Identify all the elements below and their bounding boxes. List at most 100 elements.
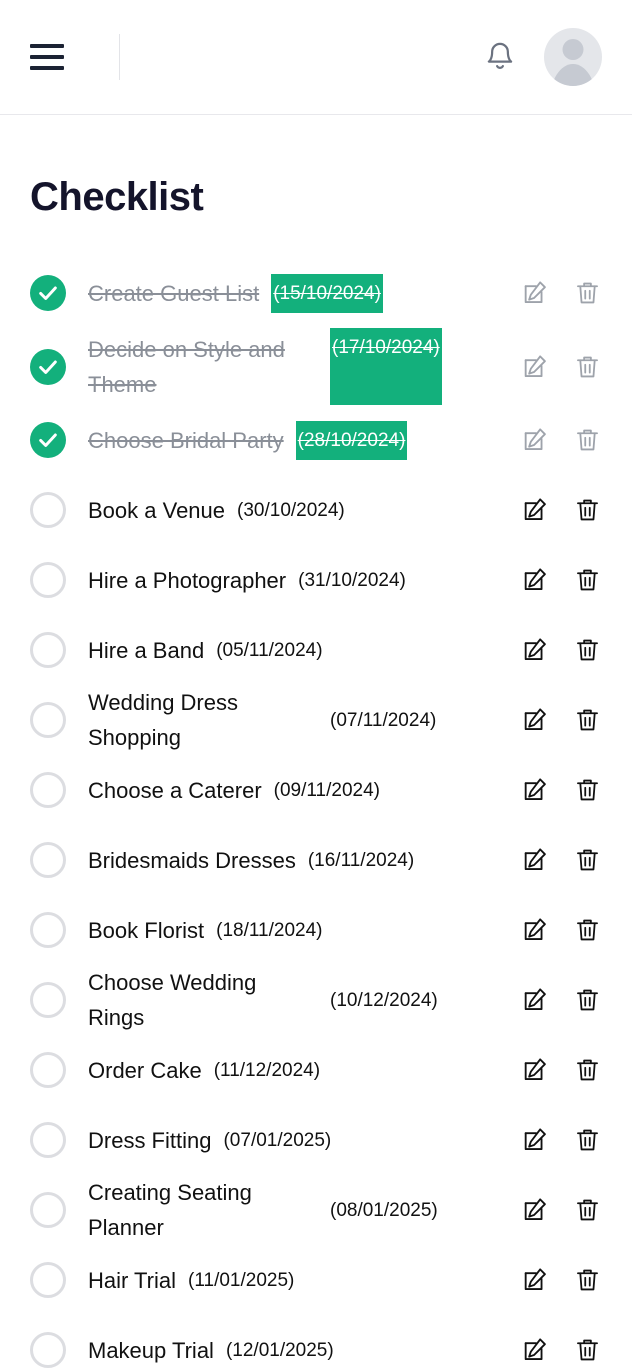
task-actions bbox=[520, 1264, 602, 1296]
edit-pencil-icon[interactable] bbox=[520, 704, 550, 736]
edit-pencil-icon[interactable] bbox=[520, 844, 550, 876]
task-label: Bridesmaids Dresses bbox=[88, 847, 296, 873]
task-checkbox-unchecked[interactable] bbox=[30, 1262, 66, 1298]
bell-icon[interactable] bbox=[480, 37, 520, 77]
trash-icon[interactable] bbox=[572, 494, 602, 526]
task-checkbox-unchecked[interactable] bbox=[30, 1192, 66, 1228]
hamburger-menu-icon[interactable] bbox=[30, 44, 64, 70]
task-row: Makeup Trial (12/01/2025) bbox=[30, 1315, 602, 1368]
task-label: Order Cake bbox=[88, 1057, 202, 1083]
trash-icon[interactable] bbox=[572, 277, 602, 309]
task-row: Order Cake (11/12/2024) bbox=[30, 1035, 602, 1105]
edit-pencil-icon[interactable] bbox=[520, 277, 550, 309]
task-content: Choose Wedding Rings (10/12/2024) bbox=[88, 965, 506, 1035]
task-checkbox-checked[interactable] bbox=[30, 422, 66, 458]
task-checkbox-unchecked[interactable] bbox=[30, 632, 66, 668]
task-label: Dress Fitting bbox=[88, 1127, 212, 1153]
task-content: Order Cake (11/12/2024) bbox=[88, 1053, 506, 1088]
task-checkbox-unchecked[interactable] bbox=[30, 982, 66, 1018]
task-row: Hair Trial (11/01/2025) bbox=[30, 1245, 602, 1315]
task-content: Decide on Style and Theme (17/10/2024) bbox=[88, 328, 506, 405]
task-row: Choose Bridal Party (28/10/2024) bbox=[30, 405, 602, 475]
task-checkbox-unchecked[interactable] bbox=[30, 562, 66, 598]
task-checkbox-checked[interactable] bbox=[30, 275, 66, 311]
task-row: Wedding Dress Shopping (07/11/2024) bbox=[30, 685, 602, 755]
avatar-body bbox=[550, 64, 596, 86]
task-row: Creating Seating Planner (08/01/2025) bbox=[30, 1175, 602, 1245]
task-actions bbox=[520, 1054, 602, 1086]
task-checkbox-unchecked[interactable] bbox=[30, 702, 66, 738]
task-actions bbox=[520, 1124, 602, 1156]
task-actions bbox=[520, 1334, 602, 1366]
edit-pencil-icon[interactable] bbox=[520, 1334, 550, 1366]
avatar-head bbox=[562, 39, 584, 60]
trash-icon[interactable] bbox=[572, 774, 602, 806]
edit-pencil-icon[interactable] bbox=[520, 494, 550, 526]
task-checkbox-unchecked[interactable] bbox=[30, 1052, 66, 1088]
edit-pencil-icon[interactable] bbox=[520, 774, 550, 806]
edit-pencil-icon[interactable] bbox=[520, 1194, 550, 1226]
user-avatar-icon[interactable] bbox=[544, 28, 602, 86]
task-checkbox-unchecked[interactable] bbox=[30, 772, 66, 808]
edit-pencil-icon[interactable] bbox=[520, 914, 550, 946]
task-content: Hire a Band (05/11/2024) bbox=[88, 633, 506, 668]
hamburger-bar bbox=[30, 66, 64, 70]
trash-icon[interactable] bbox=[572, 634, 602, 666]
trash-icon[interactable] bbox=[572, 1124, 602, 1156]
task-row: Choose Wedding Rings (10/12/2024) bbox=[30, 965, 602, 1035]
header-divider bbox=[119, 34, 120, 80]
trash-icon[interactable] bbox=[572, 564, 602, 596]
task-checkbox-unchecked[interactable] bbox=[30, 1122, 66, 1158]
task-checkbox-checked[interactable] bbox=[30, 348, 66, 385]
task-row: Book a Venue (30/10/2024) bbox=[30, 475, 602, 545]
task-label: Hire a Photographer bbox=[88, 567, 287, 593]
task-row: Create Guest List (15/10/2024) bbox=[30, 258, 602, 328]
task-content: Create Guest List (15/10/2024) bbox=[88, 273, 506, 313]
trash-icon[interactable] bbox=[572, 844, 602, 876]
trash-icon[interactable] bbox=[572, 704, 602, 736]
task-due-date: (18/11/2024) bbox=[216, 919, 323, 941]
task-row: Choose a Caterer (09/11/2024) bbox=[30, 755, 602, 825]
task-checkbox-unchecked[interactable] bbox=[30, 1332, 66, 1368]
edit-pencil-icon[interactable] bbox=[520, 1264, 550, 1296]
task-due-date: (31/10/2024) bbox=[298, 569, 406, 591]
edit-pencil-icon[interactable] bbox=[520, 351, 550, 383]
task-due-date: (11/01/2025) bbox=[188, 1269, 295, 1291]
task-actions bbox=[520, 844, 602, 876]
task-label: Decide on Style and Theme bbox=[88, 336, 285, 397]
checklist: Create Guest List (15/10/2024) Decide on S… bbox=[30, 258, 602, 1368]
trash-icon[interactable] bbox=[572, 1194, 602, 1226]
app-header bbox=[0, 0, 632, 115]
edit-pencil-icon[interactable] bbox=[520, 424, 550, 456]
trash-icon[interactable] bbox=[572, 984, 602, 1016]
task-actions bbox=[520, 564, 602, 596]
edit-pencil-icon[interactable] bbox=[520, 564, 550, 596]
task-due-date: (17/10/2024) bbox=[330, 328, 442, 405]
task-content: Book Florist (18/11/2024) bbox=[88, 913, 506, 948]
trash-icon[interactable] bbox=[572, 914, 602, 946]
task-actions bbox=[520, 494, 602, 526]
trash-icon[interactable] bbox=[572, 1334, 602, 1366]
edit-pencil-icon[interactable] bbox=[520, 1124, 550, 1156]
trash-icon[interactable] bbox=[572, 351, 602, 383]
task-content: Choose Bridal Party (28/10/2024) bbox=[88, 420, 506, 460]
task-row: Hire a Band (05/11/2024) bbox=[30, 615, 602, 685]
edit-pencil-icon[interactable] bbox=[520, 634, 550, 666]
trash-icon[interactable] bbox=[572, 1264, 602, 1296]
edit-pencil-icon[interactable] bbox=[520, 1054, 550, 1086]
task-checkbox-unchecked[interactable] bbox=[30, 842, 66, 878]
task-label: Hire a Band bbox=[88, 637, 205, 663]
task-due-date: (05/11/2024) bbox=[216, 639, 323, 661]
task-checkbox-unchecked[interactable] bbox=[30, 492, 66, 528]
task-due-date: (15/10/2024) bbox=[271, 273, 383, 313]
task-row: Book Florist (18/11/2024) bbox=[30, 895, 602, 965]
trash-icon[interactable] bbox=[572, 1054, 602, 1086]
task-row: Hire a Photographer (31/10/2024) bbox=[30, 545, 602, 615]
task-content: Choose a Caterer (09/11/2024) bbox=[88, 773, 506, 808]
task-content: Book a Venue (30/10/2024) bbox=[88, 493, 506, 528]
task-checkbox-unchecked[interactable] bbox=[30, 912, 66, 948]
task-label: Hair Trial bbox=[88, 1267, 177, 1293]
trash-icon[interactable] bbox=[572, 424, 602, 456]
task-actions bbox=[520, 914, 602, 946]
edit-pencil-icon[interactable] bbox=[520, 984, 550, 1016]
